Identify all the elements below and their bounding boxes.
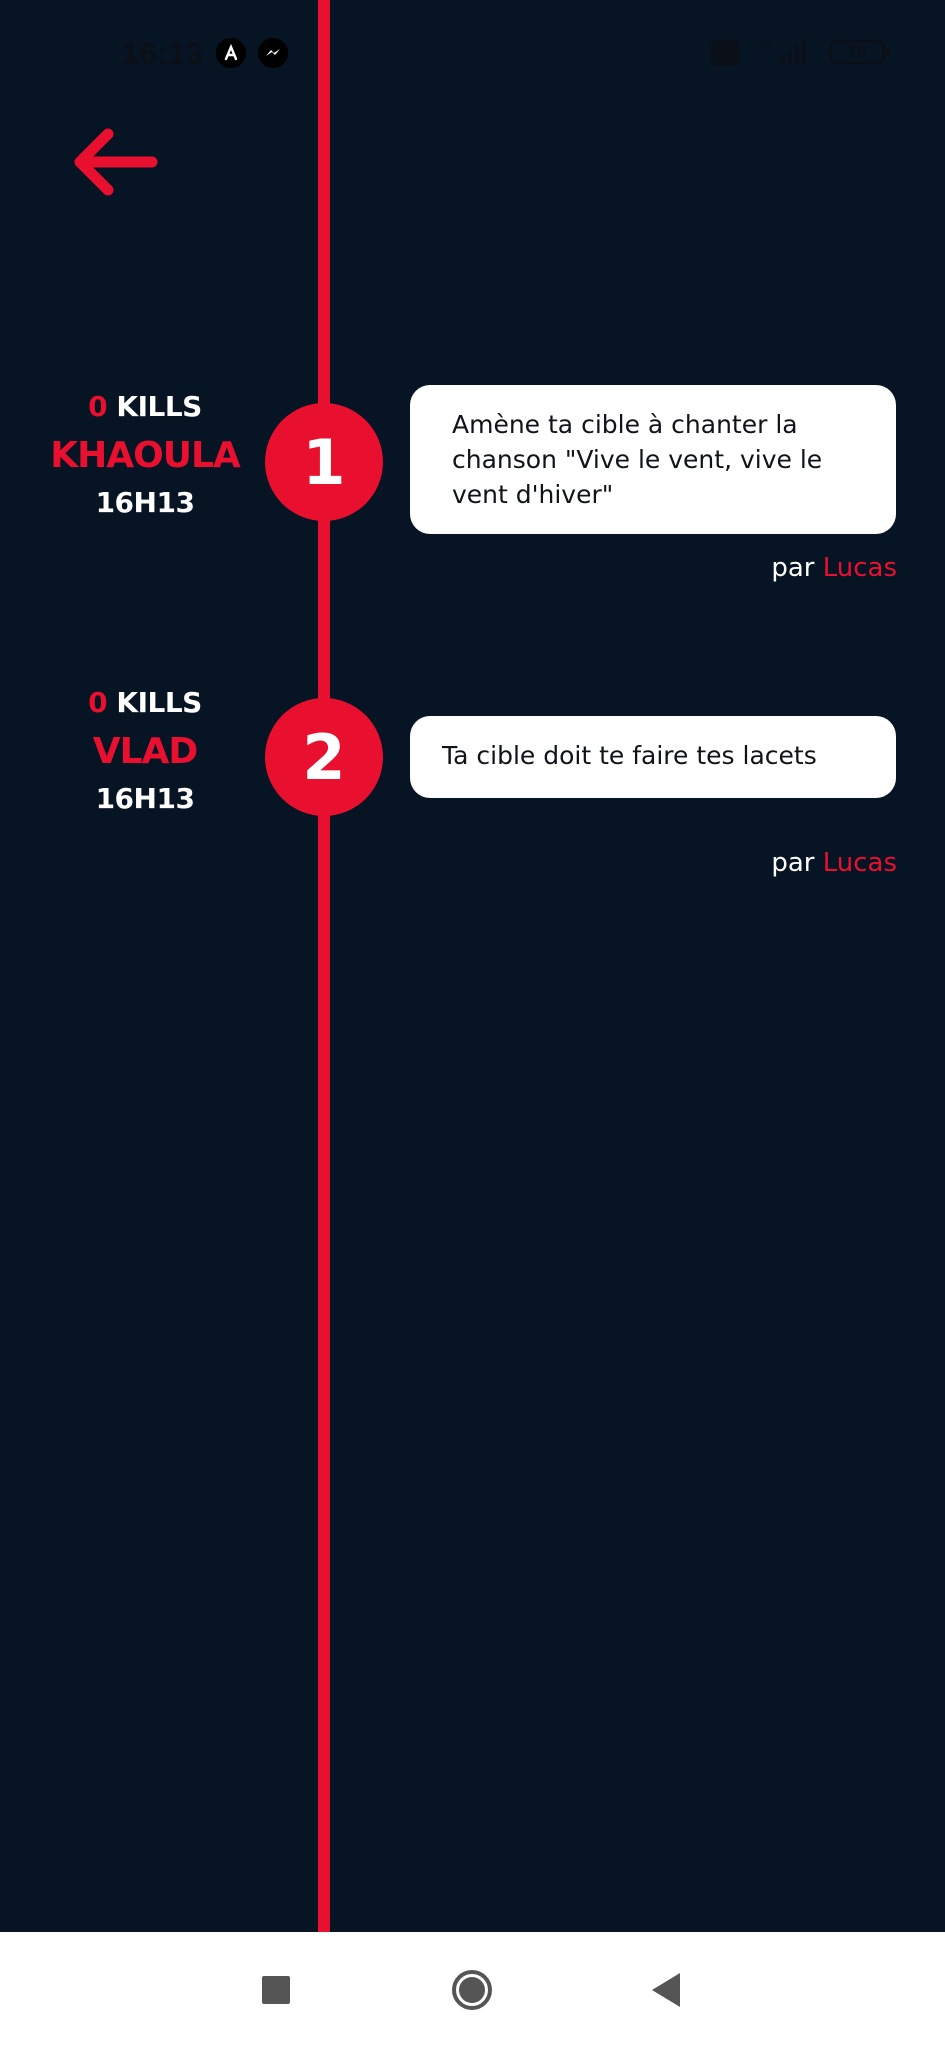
kills-line: 0 KILLS [20, 686, 270, 720]
battery-icon: 76 [829, 40, 890, 64]
player-info: 0 KILLS VLAD 16H13 [20, 686, 270, 816]
rank-badge: 1 [265, 403, 383, 521]
recent-apps-button[interactable] [226, 1932, 326, 2048]
status-bar: 16:13 4G 76 [0, 0, 945, 110]
navigation-bar [0, 1932, 945, 2048]
signal-icon: 4G [759, 39, 806, 64]
player-name: KHAOULA [50, 435, 241, 476]
notification-icon [711, 40, 739, 66]
mission-text: Amène ta cible à chanter la chanson "Viv… [452, 410, 823, 509]
messenger-icon [258, 38, 288, 68]
kills-label: KILLS [116, 390, 202, 423]
back-button[interactable] [68, 124, 160, 200]
timeline-line [318, 0, 330, 1932]
square-icon [262, 1976, 290, 2004]
circle-icon-inner [459, 1977, 485, 2003]
author-name: Lucas [822, 553, 897, 583]
rank-badge: 2 [265, 698, 383, 816]
author-prefix: par [771, 553, 815, 583]
svg-text:4G: 4G [759, 39, 773, 50]
player-info: 0 KILLS KHAOULA 16H13 [20, 390, 270, 520]
kills-line: 0 KILLS [20, 390, 270, 424]
system-back-button[interactable] [616, 1932, 716, 2048]
kills-count: 0 [88, 390, 108, 423]
kills-label: KILLS [116, 686, 202, 719]
player-time: 16H13 [95, 486, 195, 519]
triangle-back-icon [652, 1973, 680, 2007]
mission-author: par Lucas [771, 848, 897, 878]
player-time: 16H13 [95, 782, 195, 815]
mission-text: Ta cible doit te faire tes lacets [442, 741, 817, 770]
home-button[interactable] [422, 1932, 522, 2048]
mission-author: par Lucas [771, 553, 897, 583]
app-icon [216, 38, 246, 68]
arrow-left-icon [74, 128, 158, 196]
circle-icon [452, 1970, 492, 2010]
author-name: Lucas [822, 848, 897, 878]
player-name: VLAD [92, 731, 199, 772]
author-prefix: par [771, 848, 815, 878]
mission-card[interactable]: Amène ta cible à chanter la chanson "Viv… [410, 385, 896, 534]
status-time: 16:13 [122, 36, 204, 71]
kills-count: 0 [88, 686, 108, 719]
mission-card[interactable]: Ta cible doit te faire tes lacets [410, 716, 896, 798]
